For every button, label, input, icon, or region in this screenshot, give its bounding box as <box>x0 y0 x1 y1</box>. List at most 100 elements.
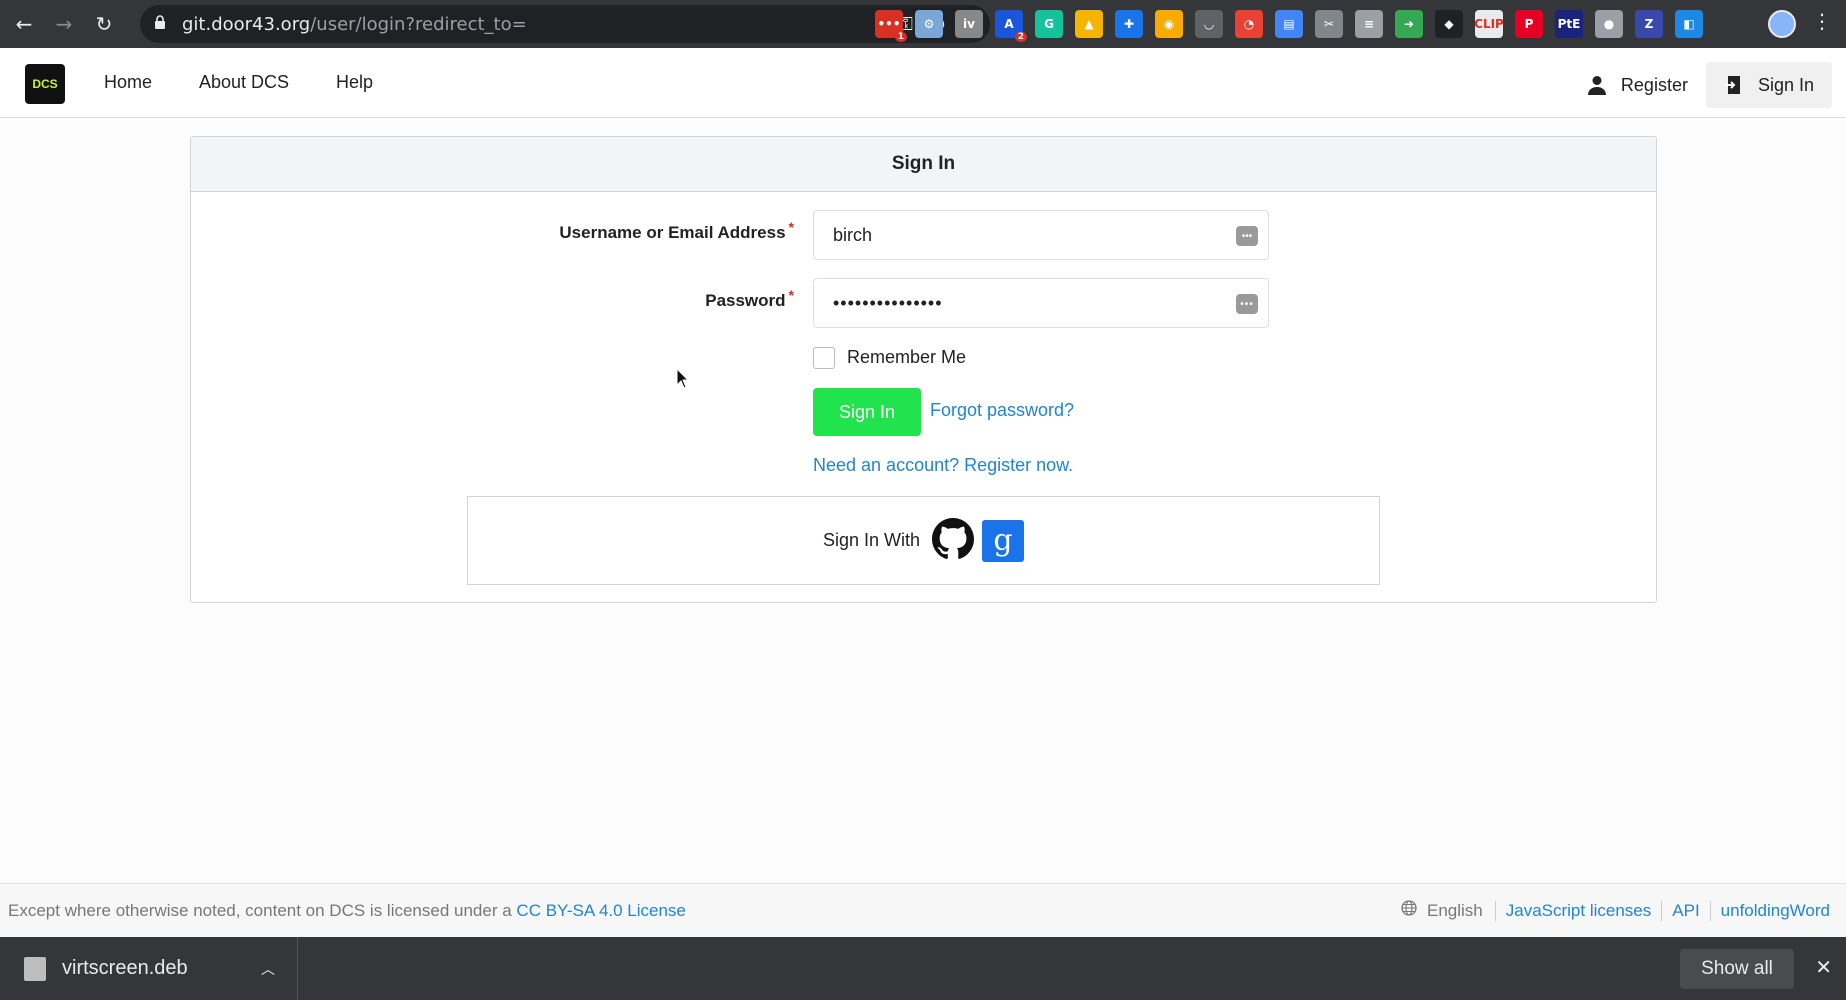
reload-icon[interactable]: ↻ <box>88 8 120 40</box>
ext-gear-icon[interactable]: ⚙ <box>915 10 943 38</box>
username-label: Username or Email Address * <box>559 219 794 242</box>
ext-glyph: P <box>1524 17 1534 31</box>
ext-arrow-icon[interactable]: ➜ <box>1395 10 1423 38</box>
ext-cat-icon[interactable]: ◆ <box>1435 10 1463 38</box>
url-text: git.door43.org/user/login?redirect_to= <box>182 14 527 35</box>
ext-pte-icon[interactable]: PtE <box>1555 10 1583 38</box>
lock-icon <box>154 14 170 34</box>
license-notice: Except where otherwise noted, content on… <box>8 901 686 921</box>
browser-toolbar: ← → ↻ git.door43.org/user/login?redirect… <box>0 0 1846 48</box>
required-mark: * <box>788 287 794 303</box>
ext-badge: 2 <box>1014 32 1027 42</box>
ext-glyph: A <box>1004 17 1014 31</box>
github-icon[interactable] <box>932 517 975 564</box>
ext-pinterest-icon[interactable]: P <box>1515 10 1543 38</box>
ext-glyph: ◡ <box>1204 17 1214 31</box>
browser-menu-icon[interactable]: ⋮ <box>1812 9 1832 33</box>
oauth-label: Sign In With <box>822 530 921 550</box>
language-label: English <box>1426 900 1483 920</box>
nav-home[interactable]: Home <box>104 72 152 93</box>
password-value: ••••••••••••••• <box>833 292 943 313</box>
ext-glyph: ≡ <box>1363 17 1375 31</box>
download-file-name: virtscreen.deb <box>62 957 188 979</box>
show-all-button[interactable]: Show all <box>1680 949 1794 989</box>
unfoldingword-link[interactable]: unfoldingWord <box>1709 900 1840 921</box>
ext-glyph: ▲ <box>1084 17 1094 31</box>
register-link[interactable]: Register <box>1569 62 1706 108</box>
ext-z-icon[interactable]: Z <box>1635 10 1663 38</box>
ext-plus-icon[interactable]: ✚ <box>1115 10 1143 38</box>
ext-glyph: ✂ <box>1323 17 1335 31</box>
ext-glyph: ◉ <box>1163 17 1175 31</box>
register-label: Register <box>1620 74 1688 95</box>
ext-glyph: CLIP <box>1474 17 1504 31</box>
ext-drive-icon[interactable]: ▲ <box>1075 10 1103 38</box>
ext-glyph: ● <box>1603 17 1615 31</box>
ext-glyph: ⚙ <box>923 17 935 31</box>
signin-panel: Sign In Username or Email Address * birch… <box>190 136 1657 603</box>
signin-button[interactable]: Sign In <box>813 388 921 436</box>
downloads-bar: virtscreen.deb ︿ Show all ✕ <box>0 937 1846 1000</box>
remember-label[interactable]: Remember Me <box>847 347 966 368</box>
username-value: birch <box>833 224 873 245</box>
ext-glyph: ◔ <box>1243 17 1255 31</box>
ext-snip-icon[interactable]: ✂ <box>1315 10 1343 38</box>
user-icon <box>1587 75 1607 95</box>
chevron-up-icon[interactable]: ︿ <box>261 959 275 979</box>
ext-a-icon[interactable]: A2 <box>995 10 1027 42</box>
ext-glyph: G <box>1044 17 1054 31</box>
ext-glyph: ◧ <box>1683 17 1695 31</box>
nav-help[interactable]: Help <box>336 72 373 93</box>
site-header: DCS Home About DCS Help Register Sign In <box>0 48 1846 118</box>
address-bar[interactable]: git.door43.org/user/login?redirect_to= ⚿… <box>140 5 990 43</box>
register-now-link[interactable]: Need an account? Register now. <box>813 455 1073 476</box>
ext-glyph: ••• <box>877 17 901 31</box>
ext-grammarly-icon[interactable]: G <box>1035 10 1063 38</box>
ext-glyph: ▤ <box>1283 17 1295 31</box>
signin-label: Sign In <box>1757 74 1814 95</box>
ext-compass-icon[interactable]: ◉ <box>1155 10 1183 38</box>
signin-link[interactable]: Sign In <box>1705 62 1832 108</box>
file-icon <box>24 956 46 981</box>
ext-iv-icon[interactable]: iv <box>955 10 983 38</box>
api-link[interactable]: API <box>1661 900 1709 921</box>
password-field[interactable]: ••••••••••••••• ••• <box>813 278 1269 328</box>
ext-stack-icon[interactable]: ≡ <box>1355 10 1383 38</box>
site-footer: Except where otherwise noted, content on… <box>0 883 1846 937</box>
sign-in-icon <box>1724 75 1744 95</box>
javascript-licenses-link[interactable]: JavaScript licenses <box>1494 900 1662 921</box>
back-icon[interactable]: ← <box>8 8 40 40</box>
required-mark: * <box>788 219 794 235</box>
ext-pocket-icon[interactable]: ◡ <box>1195 10 1223 38</box>
language-selector[interactable]: English <box>1401 900 1495 921</box>
oauth-box: Sign In With g <box>467 496 1380 585</box>
license-text: Except where otherwise noted, content on… <box>8 900 512 920</box>
ext-glyph: ✚ <box>1123 17 1135 31</box>
download-item[interactable]: virtscreen.deb ︿ <box>0 937 298 1000</box>
ext-calendar-icon[interactable]: ••• 1 <box>875 10 907 42</box>
forgot-password-link[interactable]: Forgot password? <box>930 400 1074 421</box>
username-field[interactable]: birch ••• <box>813 210 1269 260</box>
forward-icon[interactable]: → <box>48 8 80 40</box>
password-label: Password * <box>705 287 794 310</box>
ext-badge: 1 <box>894 32 907 42</box>
ext-circle-icon[interactable]: ● <box>1595 10 1623 38</box>
dcs-logo[interactable]: DCS <box>25 64 65 104</box>
password-manager-icon[interactable]: ••• <box>1236 226 1258 246</box>
ext-bookmark-icon[interactable]: ◧ <box>1675 10 1703 38</box>
ext-color-icon[interactable]: ◔ <box>1235 10 1263 38</box>
ext-doc-icon[interactable]: ▤ <box>1275 10 1303 38</box>
panel-title: Sign In <box>191 137 1656 192</box>
ext-clip-icon[interactable]: CLIP <box>1474 10 1504 38</box>
nav-about[interactable]: About DCS <box>199 72 289 93</box>
remember-checkbox[interactable] <box>813 347 835 369</box>
license-link[interactable]: CC BY-SA 4.0 License <box>516 901 685 920</box>
globe-icon <box>1401 900 1417 921</box>
profile-avatar[interactable] <box>1768 10 1796 38</box>
password-manager-icon[interactable]: ••• <box>1236 294 1258 314</box>
ext-glyph: Z <box>1644 17 1654 31</box>
close-icon[interactable]: ✕ <box>1815 955 1832 979</box>
google-icon[interactable]: g <box>982 519 1025 562</box>
url-host: git.door43.org <box>182 13 311 35</box>
mouse-cursor-icon <box>676 368 690 389</box>
